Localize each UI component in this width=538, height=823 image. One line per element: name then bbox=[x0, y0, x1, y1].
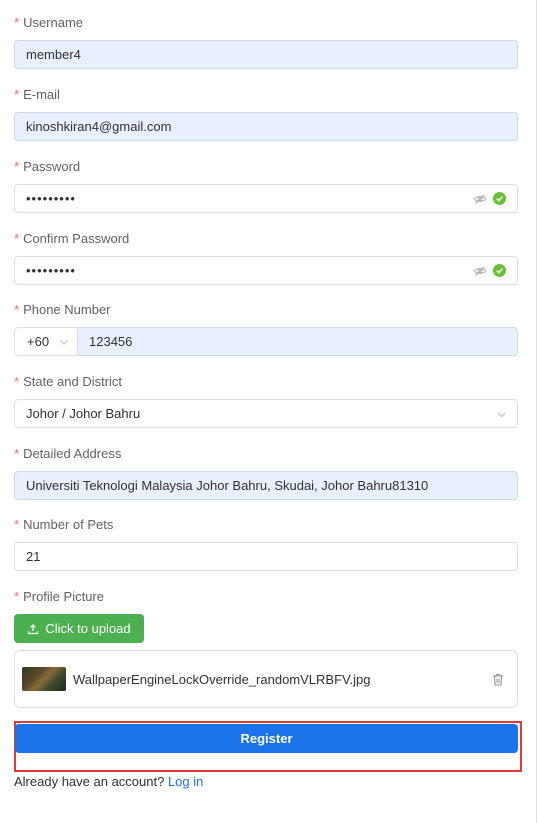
profile-picture-label-text: Profile Picture bbox=[23, 589, 104, 604]
login-prompt: Already have an account? Log in bbox=[14, 774, 203, 789]
required-mark: * bbox=[14, 589, 20, 604]
phone-label-text: Phone Number bbox=[23, 302, 111, 317]
chevron-down-icon bbox=[60, 340, 68, 345]
phone-label: * Phone Number bbox=[14, 300, 111, 320]
confirm-password-input[interactable]: ••••••••• bbox=[14, 256, 518, 285]
file-name: WallpaperEngineLockOverride_randomVLRBFV… bbox=[73, 671, 371, 687]
email-label: * E-mail bbox=[14, 85, 60, 105]
password-value: ••••••••• bbox=[26, 191, 76, 206]
confirm-password-label-text: Confirm Password bbox=[23, 231, 130, 246]
password-suffix bbox=[473, 185, 506, 212]
pets-label: * Number of Pets bbox=[14, 515, 113, 535]
required-mark: * bbox=[14, 517, 20, 532]
state-district-value: Johor / Johor Bahru bbox=[26, 406, 141, 421]
username-label: * Username bbox=[14, 13, 83, 33]
pets-input[interactable]: 21 bbox=[14, 542, 518, 571]
required-mark: * bbox=[14, 87, 20, 102]
upload-button-label: Click to upload bbox=[45, 621, 131, 636]
required-mark: * bbox=[14, 446, 20, 461]
state-district-label-text: State and District bbox=[23, 374, 123, 389]
address-label: * Detailed Address bbox=[14, 444, 121, 464]
state-district-label: * State and District bbox=[14, 372, 122, 392]
login-link[interactable]: Log in bbox=[168, 774, 203, 789]
eye-off-icon[interactable] bbox=[473, 192, 487, 206]
email-label-text: E-mail bbox=[23, 87, 60, 102]
state-district-select[interactable]: Johor / Johor Bahru bbox=[14, 399, 518, 428]
upload-icon bbox=[28, 623, 39, 634]
username-label-text: Username bbox=[23, 15, 84, 30]
trash-icon[interactable] bbox=[492, 673, 504, 686]
uploaded-file-item: WallpaperEngineLockOverride_randomVLRBFV… bbox=[14, 650, 518, 708]
required-mark: * bbox=[14, 231, 20, 246]
password-label: * Password bbox=[14, 157, 80, 177]
file-thumbnail bbox=[22, 667, 66, 691]
address-label-text: Detailed Address bbox=[23, 446, 122, 461]
profile-picture-label: * Profile Picture bbox=[14, 587, 104, 607]
username-value: member4 bbox=[26, 47, 81, 62]
check-circle-icon bbox=[493, 264, 506, 277]
country-code-value: +60 bbox=[27, 334, 50, 349]
confirm-password-value: ••••••••• bbox=[26, 263, 76, 278]
upload-button[interactable]: Click to upload bbox=[14, 614, 144, 643]
confirm-password-label: * Confirm Password bbox=[14, 229, 129, 249]
password-label-text: Password bbox=[23, 159, 81, 174]
check-circle-icon bbox=[493, 192, 506, 205]
page-divider bbox=[536, 0, 537, 823]
eye-off-icon[interactable] bbox=[473, 264, 487, 278]
email-value: kinoshkiran4@gmail.com bbox=[26, 119, 172, 134]
register-button[interactable]: Register bbox=[15, 724, 518, 753]
chevron-down-icon bbox=[497, 412, 506, 418]
phone-value: 123456 bbox=[89, 334, 133, 349]
pets-label-text: Number of Pets bbox=[23, 517, 114, 532]
country-code-select[interactable]: +60 bbox=[14, 327, 78, 356]
required-mark: * bbox=[14, 15, 20, 30]
confirm-password-suffix bbox=[473, 257, 506, 284]
login-prompt-text: Already have an account? bbox=[14, 774, 165, 789]
address-value: Universiti Teknologi Malaysia Johor Bahr… bbox=[26, 478, 429, 493]
required-mark: * bbox=[14, 374, 20, 389]
address-input[interactable]: Universiti Teknologi Malaysia Johor Bahr… bbox=[14, 471, 518, 500]
username-input[interactable]: member4 bbox=[14, 40, 518, 69]
phone-input[interactable]: 123456 bbox=[78, 327, 518, 356]
password-input[interactable]: ••••••••• bbox=[14, 184, 518, 213]
pets-value: 21 bbox=[26, 549, 41, 564]
required-mark: * bbox=[14, 159, 20, 174]
email-input[interactable]: kinoshkiran4@gmail.com bbox=[14, 112, 518, 141]
register-button-label: Register bbox=[240, 731, 293, 746]
required-mark: * bbox=[14, 302, 20, 317]
